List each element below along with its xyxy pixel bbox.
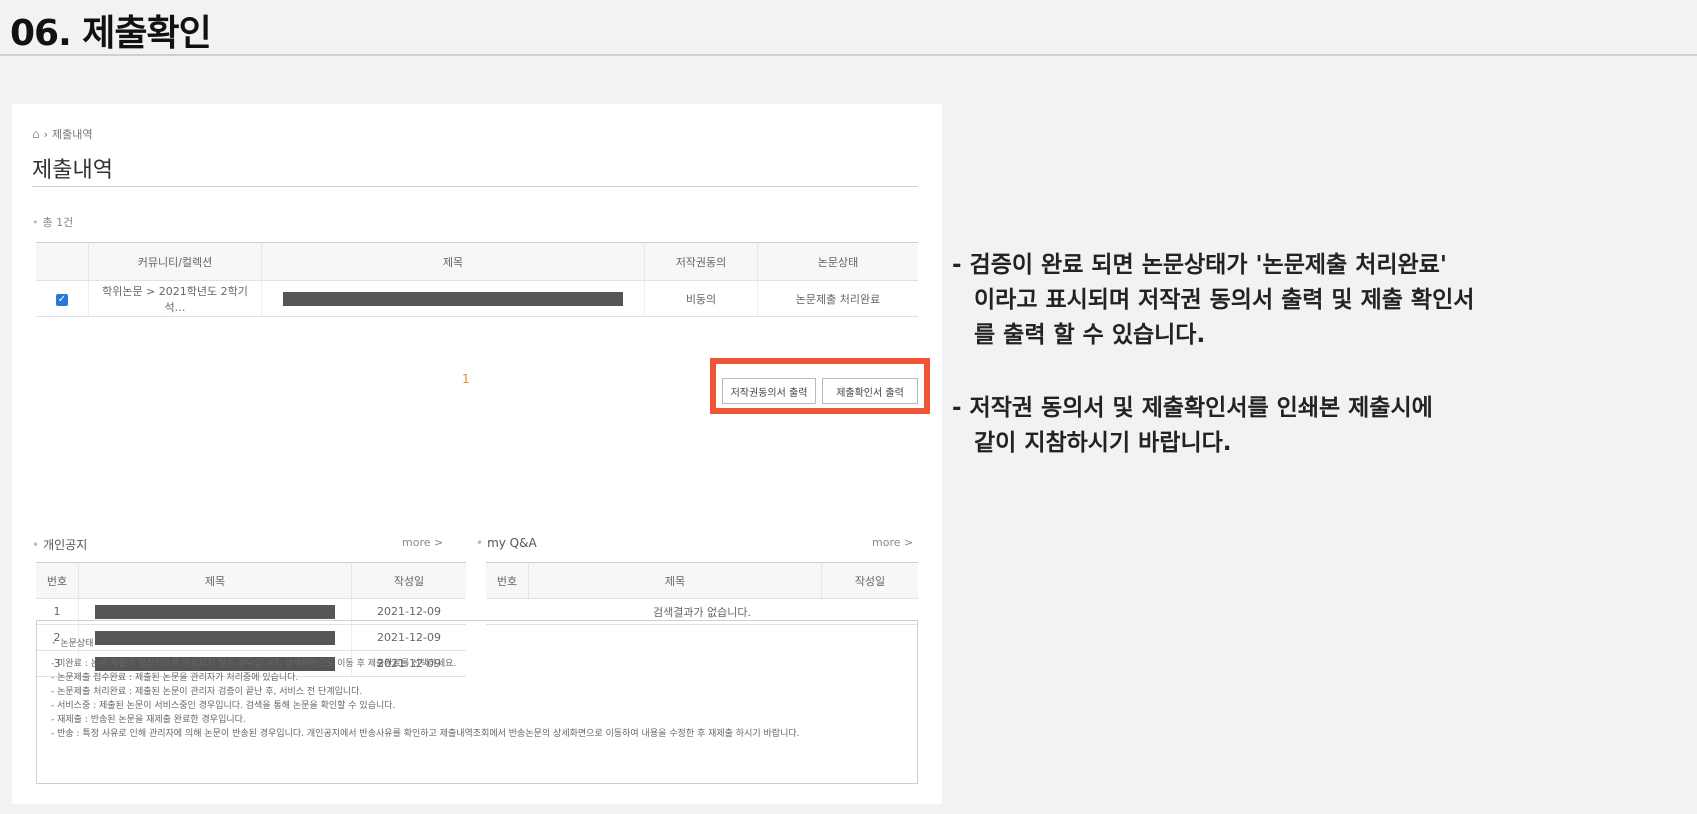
- description-paragraph-2: - 저작권 동의서 및 제출확인서를 인쇄본 제출시에 같이 지참하시기 바랍니…: [952, 391, 1692, 461]
- table-header-row: 번호 제목 작성일: [36, 562, 466, 599]
- status-item-text: 반송 : 특정 사유로 인해 관리자에 의해 논문이 반송된 경우입니다. 개인…: [57, 729, 800, 739]
- heading-divider: [32, 186, 918, 187]
- status-item-text: 미완료 : 논문 제출이 정상적으로 완료되지 않은 경우입니다. 상세화면으로…: [57, 659, 457, 669]
- breadcrumb-separator: ›: [43, 127, 49, 141]
- status-legend-box: • 논문상태 - 미완료 : 논문 제출이 정상적으로 완료되지 않은 경우입니다…: [36, 620, 918, 784]
- status-item: - 논문제출 처리완료 : 제출된 논문이 관리자 검증이 끝난 후, 서비스 …: [51, 687, 363, 697]
- col-check: [36, 242, 89, 281]
- table-header-row: 커뮤니티/컬렉션 제목 저작권동의 논문상태: [36, 242, 918, 281]
- row-title[interactable]: [261, 280, 645, 317]
- qna-table: 번호 제목 작성일 검색결과가 없습니다.: [486, 562, 918, 625]
- description-paragraph-1: - 검증이 완료 되면 논문상태가 '논문제출 처리완료' 이라고 표시되며 저…: [952, 248, 1692, 353]
- description-line: 이라고 표시되며 저작권 동의서 출력 및 제출 확인서: [974, 287, 1475, 313]
- col-status: 논문상태: [757, 242, 918, 281]
- row-copyright: 비동의: [644, 280, 758, 317]
- col-title: 제목: [528, 562, 822, 599]
- notice-title: 개인공지: [43, 538, 88, 552]
- col-copyright: 저작권동의: [644, 242, 758, 281]
- qna-heading: • my Q&A: [476, 536, 537, 550]
- bullet-icon: •: [32, 538, 40, 552]
- copyright-consent-print-button[interactable]: 저작권동의서 출력: [722, 378, 816, 404]
- col-no: 번호: [486, 562, 529, 599]
- description-line: 같이 지참하시기 바랍니다.: [974, 430, 1232, 456]
- col-community: 커뮤니티/컬렉션: [88, 242, 262, 281]
- col-title: 제목: [78, 562, 352, 599]
- status-item-text: 논문제출 접수완료 : 제출된 논문을 관리자가 처리중에 있습니다.: [57, 673, 299, 683]
- submission-confirm-print-button[interactable]: 제출확인서 출력: [822, 378, 918, 404]
- title-divider: [0, 54, 1697, 56]
- bullet-icon: •: [476, 536, 484, 550]
- home-icon[interactable]: ⌂: [32, 127, 40, 141]
- col-title: 제목: [261, 242, 645, 281]
- col-date: 작성일: [821, 562, 918, 599]
- screenshot-panel: ⌂ › 제출내역 제출내역 • 총 1건 커뮤니티/컬렉션 제목 저작권동의 논문…: [12, 104, 942, 804]
- status-item: - 미완료 : 논문 제출이 정상적으로 완료되지 않은 경우입니다. 상세화면…: [51, 659, 457, 669]
- status-item-text: 재제출 : 반송된 논문을 재제출 완료한 경우입니다.: [57, 715, 246, 725]
- status-legend-title: • 논문상태: [51, 637, 903, 651]
- page-heading: 제출내역: [32, 158, 113, 183]
- description-line: - 저작권 동의서 및 제출확인서를 인쇄본 제출시에: [952, 395, 1433, 421]
- bullet-icon: •: [32, 216, 39, 229]
- description-line: - 검증이 완료 되면 논문상태가 '논문제출 처리완료': [952, 252, 1447, 278]
- status-item: - 재제출 : 반송된 논문을 재제출 완료한 경우입니다.: [51, 715, 246, 725]
- status-item-text: 서비스중 : 제출된 논문이 서비스중인 경우입니다. 검색을 통해 논문을 확…: [57, 701, 396, 711]
- submission-table: 커뮤니티/컬렉션 제목 저작권동의 논문상태 ✓ 학위논문 > 2021학년도 …: [36, 242, 918, 317]
- redacted-title: [283, 291, 623, 306]
- status-item: - 반송 : 특정 사유로 인해 관리자에 의해 논문이 반송된 경우입니다. …: [51, 729, 800, 739]
- status-item: - 논문제출 접수완료 : 제출된 논문을 관리자가 처리중에 있습니다.: [51, 673, 299, 683]
- col-no: 번호: [36, 562, 79, 599]
- breadcrumb-current: 제출내역: [52, 128, 93, 141]
- row-checkbox-cell[interactable]: ✓: [36, 280, 89, 317]
- redacted-title: [95, 604, 335, 619]
- status-item-text: 논문제출 처리완료 : 제출된 논문이 관리자 검증이 끝난 후, 서비스 전 …: [57, 687, 363, 697]
- total-label: 총 1건: [42, 216, 74, 229]
- qna-more-link[interactable]: more >: [872, 536, 913, 549]
- pagination-current[interactable]: 1: [462, 372, 470, 386]
- description-line: 를 출력 할 수 있습니다.: [974, 322, 1206, 348]
- notice-heading: • 개인공지: [32, 536, 87, 553]
- checkbox-checked-icon[interactable]: ✓: [56, 293, 68, 306]
- notice-more-link[interactable]: more >: [402, 536, 443, 549]
- status-item: - 서비스중 : 제출된 논문이 서비스중인 경우입니다. 검색을 통해 논문을…: [51, 701, 396, 711]
- row-community: 학위논문 > 2021학년도 2학기 석…: [88, 280, 262, 317]
- row-status: 논문제출 처리완료: [757, 280, 918, 317]
- bullet-icon: •: [51, 639, 57, 649]
- table-header-row: 번호 제목 작성일: [486, 562, 918, 599]
- status-legend-label: 논문상태: [60, 639, 94, 649]
- section-title: 06. 제출확인: [10, 13, 212, 54]
- qna-title: my Q&A: [487, 536, 537, 550]
- total-count: • 총 1건: [32, 214, 73, 230]
- breadcrumb: ⌂ › 제출내역: [32, 126, 93, 142]
- table-row[interactable]: ✓ 학위논문 > 2021학년도 2학기 석… 비동의 논문제출 처리완료: [36, 280, 918, 317]
- col-date: 작성일: [351, 562, 466, 599]
